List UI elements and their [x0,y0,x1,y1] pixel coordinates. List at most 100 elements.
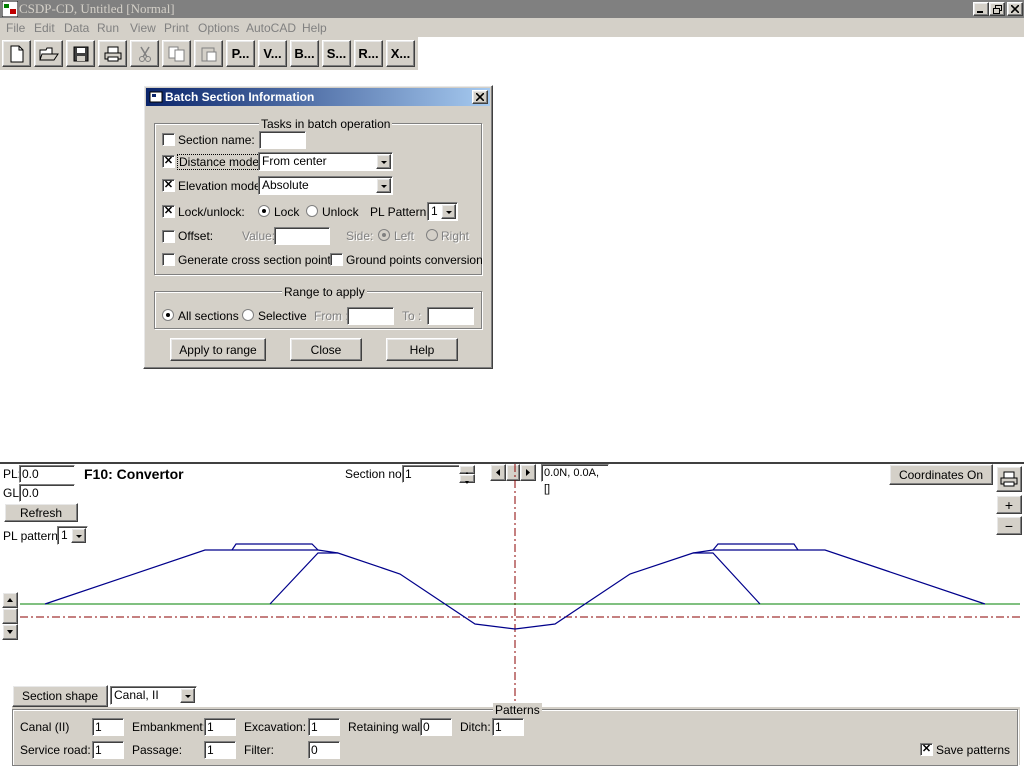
distance-mode-select[interactable]: From center [258,152,393,171]
paste-button[interactable] [194,40,223,67]
selective-radio[interactable] [242,309,254,321]
batch-section-dialog: Batch Section Information Tasks in batch… [143,85,493,369]
elevation-mode-select[interactable]: Absolute [258,176,393,195]
filter-input[interactable]: 0 [308,741,340,759]
elevation-mode-checkbox[interactable]: ✕ [162,179,175,192]
passage-input[interactable]: 1 [204,741,236,759]
scissors-icon [138,46,151,62]
tasks-group-label: Tasks in batch operation [259,117,393,131]
excavation-input[interactable]: 1 [308,718,340,736]
to-label: To : [402,309,422,323]
menu-run[interactable]: Run [97,21,119,35]
toolbar-s-button[interactable]: S... [322,40,351,67]
open-folder-icon [38,47,59,60]
menu-autocad[interactable]: AutoCAD [246,21,296,35]
side-right-label: Right [441,229,470,243]
filter-label: Filter: [244,743,274,757]
chevron-down-icon[interactable] [441,204,456,219]
save-icon [73,46,88,61]
new-button[interactable] [2,40,31,67]
chevron-down-icon[interactable] [376,154,391,169]
pl-pattern-label: PL Pattern: [370,205,430,219]
section-name-input[interactable] [259,131,306,149]
from-input[interactable] [347,307,394,325]
lock-radio[interactable] [258,205,270,217]
section-shape-button[interactable]: Section shape [12,685,108,707]
menu-file[interactable]: File [6,21,25,35]
lock-unlock-checkbox[interactable]: ✕ [162,205,175,218]
apply-to-range-button[interactable]: Apply to range [170,338,266,361]
toolbar-p-button[interactable]: P... [226,40,255,67]
unlock-radio[interactable] [306,205,318,217]
ground-points-conversion-checkbox[interactable] [330,253,343,266]
excavation-label: Excavation: [244,720,307,734]
close-window-button[interactable] [1007,2,1023,16]
open-button[interactable] [34,40,63,67]
save-button[interactable] [66,40,95,67]
left-bank-top [231,543,319,551]
copy-button[interactable] [162,40,191,67]
lock-unlock-label: Lock/unlock: [178,205,245,219]
ditch-input[interactable]: 1 [492,718,524,736]
section-shape-select[interactable]: Canal, II [110,686,197,705]
canal-input[interactable]: 1 [92,718,124,736]
elevation-mode-value: Absolute [262,178,309,192]
close-icon [1011,5,1019,13]
toolbar-b-button[interactable]: B... [290,40,319,67]
range-group-label: Range to apply [282,285,367,299]
toolbar-x-button[interactable]: X... [386,40,415,67]
side-right-radio[interactable] [426,229,438,241]
toolbar-r-button[interactable]: R... [354,40,383,67]
service-road-input[interactable]: 1 [92,741,124,759]
minimize-button[interactable] [973,2,989,16]
close-icon [476,93,484,101]
offset-checkbox[interactable] [162,230,175,243]
section-name-checkbox[interactable] [162,133,175,146]
cross-section-canvas [20,464,1020,704]
menu-options[interactable]: Options [198,21,239,35]
section-shape-value: Canal, II [114,688,159,702]
section-name-label: Section name: [178,133,255,147]
dialog-close-button[interactable] [472,90,488,104]
embankment-input[interactable]: 1 [204,718,236,736]
dialog-title-bar: Batch Section Information [146,88,490,106]
to-input[interactable] [427,307,474,325]
pl-pattern-select[interactable]: 1 [427,202,458,221]
menu-data[interactable]: Data [64,21,89,35]
menu-print[interactable]: Print [164,21,189,35]
menu-help[interactable]: Help [302,21,327,35]
generate-cross-section-checkbox[interactable] [162,253,175,266]
minimize-icon [977,11,983,13]
window-title-bar: CSDP-CD, Untitled [Normal] [0,0,1024,18]
ground-points-conversion-label: Ground points conversion [346,253,483,267]
menu-view[interactable]: View [130,21,156,35]
canal-label: Canal (II) [20,720,70,734]
close-button[interactable]: Close [290,338,362,361]
restore-icon [992,4,1002,14]
from-label: From : [314,309,349,323]
help-button[interactable]: Help [386,338,458,361]
ditch-label: Ditch: [460,720,491,734]
restore-button[interactable] [989,2,1005,16]
offset-value-input[interactable] [274,227,330,245]
retaining-wall-input[interactable]: 0 [420,718,452,736]
chevron-down-icon[interactable] [376,178,391,193]
print-button[interactable] [98,40,127,67]
cut-button[interactable] [130,40,159,67]
save-patterns-checkbox[interactable]: ✕ [920,743,933,756]
distance-mode-value: From center [262,154,327,168]
dialog-title: Batch Section Information [165,90,315,104]
side-left-radio[interactable] [378,229,390,241]
elevation-mode-label: Elevation mode: [178,179,265,193]
retaining-wall-label: Retaining wall: [348,720,427,734]
menu-edit[interactable]: Edit [34,21,55,35]
copy-icon [168,46,184,61]
distance-mode-checkbox[interactable]: ✕ [162,155,175,168]
distance-mode-label: Distance mode: [177,154,265,170]
save-patterns-label: Save patterns [936,743,1011,757]
service-road-label: Service road: [20,743,91,757]
toolbar-v-button[interactable]: V... [258,40,287,67]
app-icon [1,0,19,18]
all-sections-radio[interactable] [162,309,174,321]
chevron-down-icon[interactable] [180,688,195,703]
